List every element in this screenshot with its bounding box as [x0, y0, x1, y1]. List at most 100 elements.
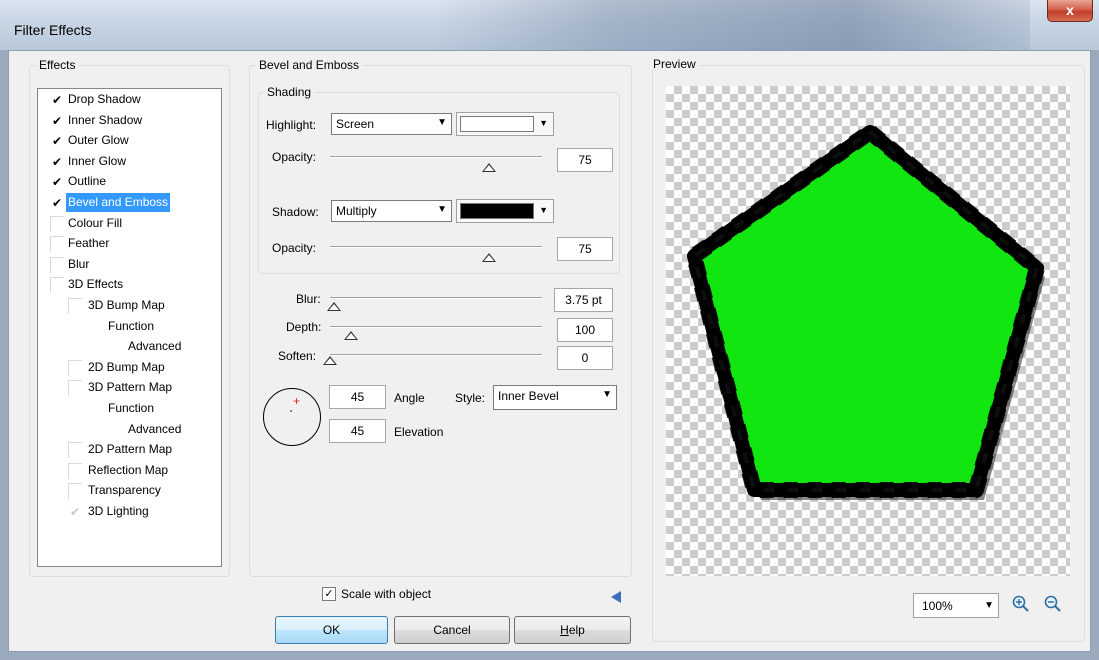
checkmark-icon[interactable]: ✔: [50, 92, 64, 108]
angle-dial[interactable]: +: [263, 388, 321, 446]
effect-item-label: 3D Effects: [68, 277, 124, 292]
effect-item[interactable]: ✔ Drop Shadow: [38, 90, 221, 109]
unchecked-box[interactable]: [50, 277, 64, 294]
checkmark-icon[interactable]: ✔: [50, 113, 64, 129]
highlight-opacity-input[interactable]: 75: [557, 148, 613, 172]
shadow-opacity-slider-thumb[interactable]: [482, 253, 496, 262]
help-button[interactable]: Help: [514, 616, 631, 644]
effect-item-label: Feather: [68, 236, 110, 251]
effect-item[interactable]: Feather: [38, 234, 221, 253]
highlight-opacity-slider-thumb[interactable]: [482, 163, 496, 172]
scale-with-object-checkbox[interactable]: ✓: [322, 587, 336, 601]
effect-item[interactable]: 3D Bump Map: [38, 296, 221, 315]
effect-item[interactable]: Advanced: [38, 420, 221, 439]
effect-item[interactable]: ✔ Outline: [38, 172, 221, 191]
unchecked-box[interactable]: [50, 236, 64, 253]
angle-input[interactable]: 45: [329, 385, 386, 409]
effect-item[interactable]: ✔ Inner Shadow: [38, 111, 221, 130]
unchecked-box[interactable]: [50, 256, 64, 273]
highlight-color-picker[interactable]: ▼: [456, 112, 554, 136]
effect-item-label: Drop Shadow: [68, 92, 141, 106]
checkmark-icon[interactable]: ✔: [50, 174, 64, 190]
close-button[interactable]: x: [1047, 0, 1093, 22]
effect-item[interactable]: Function: [38, 399, 221, 418]
zoom-in-icon[interactable]: [1012, 595, 1030, 613]
preview-canvas[interactable]: [666, 86, 1070, 576]
depth-slider-track[interactable]: [330, 326, 542, 328]
effect-item[interactable]: Advanced: [38, 337, 221, 356]
soften-slider-thumb[interactable]: [323, 356, 337, 365]
unchecked-box[interactable]: [50, 215, 64, 232]
shadow-opacity-slider-track[interactable]: [330, 246, 542, 248]
effect-item[interactable]: Reflection Map: [38, 461, 221, 480]
effect-item[interactable]: Colour Fill: [38, 214, 221, 233]
zoom-select[interactable]: 100% ▼: [913, 593, 999, 618]
style-label: Style:: [455, 391, 486, 405]
checkmark-icon[interactable]: ✔: [50, 195, 64, 211]
zoom-out-icon[interactable]: [1044, 595, 1062, 613]
unchecked-box[interactable]: [68, 359, 82, 376]
shadow-mode-select[interactable]: Multiply ▼: [331, 200, 452, 222]
effect-item[interactable]: 3D Pattern Map: [38, 378, 221, 397]
dial-center-dot: [290, 410, 292, 412]
blur-input[interactable]: 3.75 pt: [554, 288, 613, 312]
light-position-marker-icon: +: [293, 394, 301, 408]
effect-item-label: 2D Bump Map: [88, 359, 165, 374]
effect-item-label: 2D Pattern Map: [88, 442, 173, 457]
ok-button[interactable]: OK: [275, 616, 388, 644]
unchecked-box[interactable]: [68, 380, 82, 397]
effect-item-label: Transparency: [88, 483, 161, 498]
effect-item-label: Inner Shadow: [68, 112, 143, 127]
soften-input[interactable]: 0: [557, 346, 613, 370]
elevation-label: Elevation: [394, 425, 444, 439]
effect-item[interactable]: ✔ Inner Glow: [38, 152, 221, 171]
effect-item[interactable]: 3D Effects: [38, 275, 221, 294]
highlight-color-swatch: [460, 116, 534, 132]
effect-item[interactable]: ✔ 3D Lighting: [38, 502, 221, 521]
chevron-down-icon: ▼: [539, 205, 548, 215]
style-value: Inner Bevel: [498, 389, 559, 403]
effect-item[interactable]: 2D Bump Map: [38, 358, 221, 377]
checkmark-icon[interactable]: ✔: [50, 154, 64, 170]
blur-slider-thumb[interactable]: [327, 302, 341, 311]
style-select[interactable]: Inner Bevel ▼: [493, 385, 617, 410]
blur-label: Blur:: [296, 292, 321, 306]
elevation-input[interactable]: 45: [329, 419, 386, 443]
effect-item[interactable]: 2D Pattern Map: [38, 440, 221, 459]
unchecked-box[interactable]: [68, 298, 82, 314]
collapse-arrow-icon[interactable]: [611, 591, 621, 603]
effect-item[interactable]: Blur: [38, 255, 221, 274]
highlight-label: Highlight:: [266, 118, 317, 132]
effect-item[interactable]: Function: [38, 317, 221, 336]
chevron-down-icon: ▼: [602, 389, 612, 400]
effect-item-label: 3D Bump Map: [88, 298, 165, 312]
preview-legend: Preview: [650, 57, 699, 71]
checkmark-icon[interactable]: ✔: [50, 133, 64, 149]
cancel-button[interactable]: Cancel: [394, 616, 510, 644]
unchecked-box[interactable]: [68, 442, 82, 459]
effect-item[interactable]: Transparency: [38, 481, 221, 500]
highlight-mode-select[interactable]: Screen ▼: [331, 113, 452, 135]
effect-item-label: Outline: [68, 174, 107, 189]
chevron-down-icon: ▼: [437, 204, 447, 215]
soften-slider-track[interactable]: [330, 354, 542, 356]
zoom-value: 100%: [922, 599, 953, 613]
effect-item-label: Advanced: [128, 421, 182, 436]
effects-list[interactable]: ✔ Drop Shadow ✔ Inner Shadow ✔ Outer Glow ✔ Inn…: [37, 88, 222, 567]
checkmark-icon[interactable]: ✔: [68, 504, 82, 520]
unchecked-box[interactable]: [68, 462, 82, 479]
scale-with-object-label[interactable]: Scale with object: [341, 587, 431, 601]
shadow-color-picker[interactable]: ▼: [456, 199, 554, 223]
effect-item[interactable]: ✔ Outer Glow: [38, 131, 221, 150]
shadow-opacity-input[interactable]: 75: [557, 237, 613, 261]
shadow-color-swatch: [460, 203, 534, 219]
depth-slider-thumb[interactable]: [344, 331, 358, 340]
chevron-down-icon: ▼: [437, 117, 447, 128]
highlight-opacity-slider-track[interactable]: [330, 156, 542, 158]
unchecked-box[interactable]: [68, 483, 82, 500]
depth-label: Depth:: [286, 320, 322, 334]
blur-slider-track[interactable]: [330, 297, 542, 299]
effect-item[interactable]: ✔ Bevel and Emboss: [38, 193, 221, 212]
title-bar: Filter Effects x: [0, 0, 1099, 50]
depth-input[interactable]: 100: [557, 318, 613, 342]
